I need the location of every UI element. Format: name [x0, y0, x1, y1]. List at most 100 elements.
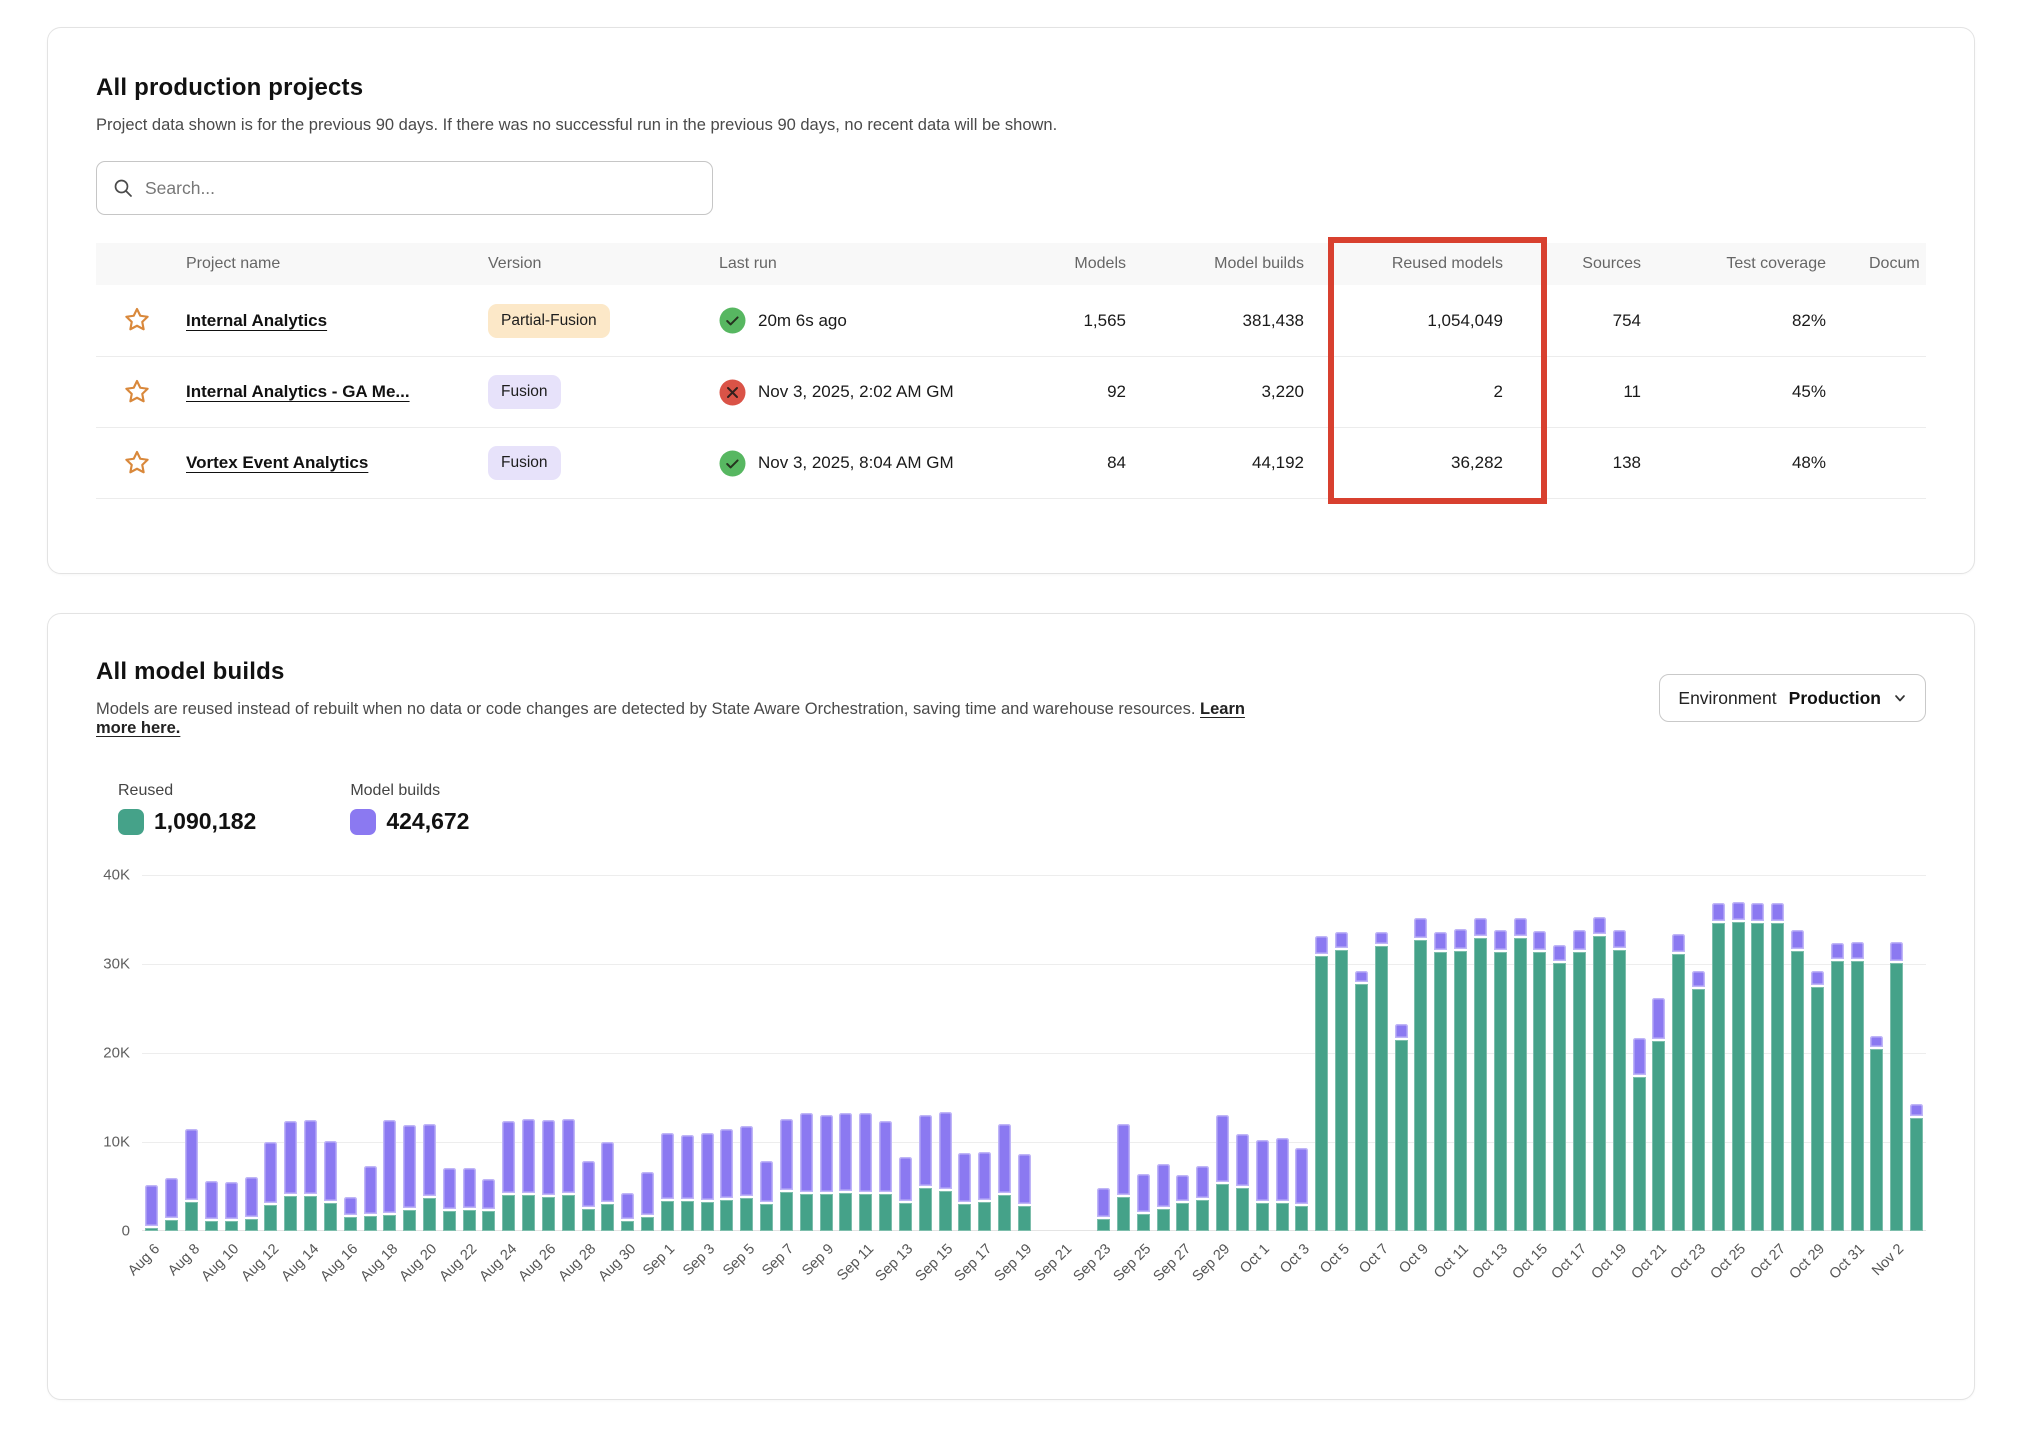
- projects-table-header: Project nameVersionLast runModelsModel b…: [96, 243, 1926, 285]
- stacked-bar: [324, 875, 337, 1231]
- model-builds-segment: [1652, 998, 1665, 1039]
- reused-segment: [364, 1216, 377, 1231]
- model-builds-segment: [205, 1181, 218, 1219]
- bar-slot: [995, 875, 1015, 1231]
- star-icon[interactable]: [118, 444, 156, 482]
- bar-slot: [1768, 875, 1788, 1231]
- reused-segment: [383, 1215, 396, 1231]
- reused-segment: [1137, 1214, 1150, 1231]
- reused-segment: [1414, 940, 1427, 1231]
- reused-segment: [1434, 952, 1447, 1231]
- reused-segment: [1751, 923, 1764, 1231]
- model-builds-segment: [1018, 1154, 1031, 1204]
- x-axis-tick-label: Sep 11: [834, 1241, 877, 1284]
- stacked-bar: [661, 875, 674, 1231]
- project-search[interactable]: [96, 161, 713, 215]
- stacked-bar: [383, 875, 396, 1231]
- model-builds-segment: [800, 1113, 813, 1191]
- bar-slot: [420, 875, 440, 1231]
- x-axis-tick-label: Nov 2: [1869, 1241, 1907, 1279]
- reused-segment: [919, 1188, 932, 1231]
- bar-slot: [1431, 875, 1451, 1231]
- search-input[interactable]: [145, 178, 696, 199]
- reused-segment: [1672, 954, 1685, 1231]
- bar-slot: [955, 875, 975, 1231]
- project-name-link[interactable]: Vortex Event Analytics: [186, 453, 368, 472]
- stacked-bar: [978, 875, 991, 1231]
- reused-segment: [1018, 1206, 1031, 1231]
- x-axis-tick-label: Oct 3: [1277, 1241, 1313, 1277]
- reused-segment: [522, 1195, 535, 1231]
- bar-slot: [717, 875, 737, 1231]
- model-builds-segment: [701, 1133, 714, 1200]
- stacked-bar: [1295, 875, 1308, 1231]
- reused-models-cell: 36,282: [1312, 453, 1511, 473]
- stacked-bar: [1256, 875, 1269, 1231]
- model-builds-segment: [284, 1121, 297, 1194]
- projects-table: Project nameVersionLast runModelsModel b…: [96, 243, 1926, 499]
- x-axis-tick-label: Sep 27: [1150, 1241, 1194, 1285]
- model-builds-segment: [443, 1168, 456, 1209]
- model-builds-segment: [641, 1172, 654, 1215]
- stacked-bar: [423, 875, 436, 1231]
- model-builds-segment: [403, 1125, 416, 1208]
- reused-segment: [482, 1211, 495, 1231]
- model-builds-segment: [1613, 930, 1626, 948]
- bar-slot: [499, 875, 519, 1231]
- projects-title: All production projects: [96, 74, 1926, 102]
- project-name-link[interactable]: Internal Analytics: [186, 311, 327, 330]
- reused-segment: [344, 1217, 357, 1231]
- bar-slot: [1352, 875, 1372, 1231]
- column-header-test-coverage: Test coverage: [1649, 255, 1834, 273]
- bar-slot: [876, 875, 896, 1231]
- reused-segment: [562, 1195, 575, 1231]
- environment-dropdown[interactable]: Environment Production: [1659, 674, 1926, 722]
- stacked-bar: [720, 875, 733, 1231]
- bar-slot: [1213, 875, 1233, 1231]
- bar-slot: [241, 875, 261, 1231]
- model-builds-segment: [463, 1168, 476, 1208]
- model-builds-segment: [760, 1161, 773, 1202]
- stacked-bar: [1315, 875, 1328, 1231]
- model-builds-segment: [1553, 945, 1566, 961]
- bar-slot: [1570, 875, 1590, 1231]
- stacked-bar: [641, 875, 654, 1231]
- reused-segment: [1454, 951, 1467, 1231]
- model-builds-segment: [820, 1115, 833, 1192]
- sources-cell: 11: [1511, 382, 1649, 402]
- project-name-link[interactable]: Internal Analytics - GA Me...: [186, 382, 410, 401]
- model-builds-segment: [522, 1119, 535, 1193]
- bar-slot: [1133, 875, 1153, 1231]
- reused-segment: [582, 1209, 595, 1231]
- x-axis-tick-label: Aug 26: [516, 1241, 560, 1285]
- reused-segment: [1910, 1118, 1923, 1231]
- stacked-bar: [1276, 875, 1289, 1231]
- x-axis-tick-label: Aug 14: [278, 1241, 322, 1285]
- model-builds-segment: [1236, 1134, 1249, 1187]
- y-axis-tick-label: 40K: [103, 867, 130, 884]
- stacked-bar: [1335, 875, 1348, 1231]
- model-builds-segment: [1771, 903, 1784, 921]
- model-builds-cell: 44,192: [1134, 453, 1312, 473]
- x-axis-tick-label: Oct 27: [1747, 1241, 1789, 1283]
- star-icon[interactable]: [118, 301, 156, 339]
- model-builds-segment: [1434, 932, 1447, 951]
- stacked-bar: [1692, 875, 1705, 1231]
- bar-slot: [1193, 875, 1213, 1231]
- stacked-bar: [1216, 875, 1229, 1231]
- model-builds-segment: [542, 1120, 555, 1195]
- model-builds-segment: [1097, 1188, 1110, 1217]
- stacked-bar: [1454, 875, 1467, 1231]
- reused-segment: [304, 1196, 317, 1231]
- reused-segment: [324, 1203, 337, 1231]
- stacked-bar: [1097, 875, 1110, 1231]
- reused-segment: [1315, 956, 1328, 1231]
- stacked-bar: [1553, 875, 1566, 1231]
- bar-slot: [1808, 875, 1828, 1231]
- star-icon[interactable]: [118, 373, 156, 411]
- model-builds-segment: [502, 1121, 515, 1192]
- y-axis-tick-label: 0: [122, 1223, 130, 1240]
- builds-title: All model builds: [96, 658, 1286, 686]
- reused-segment: [245, 1219, 258, 1231]
- bar-slot: [1153, 875, 1173, 1231]
